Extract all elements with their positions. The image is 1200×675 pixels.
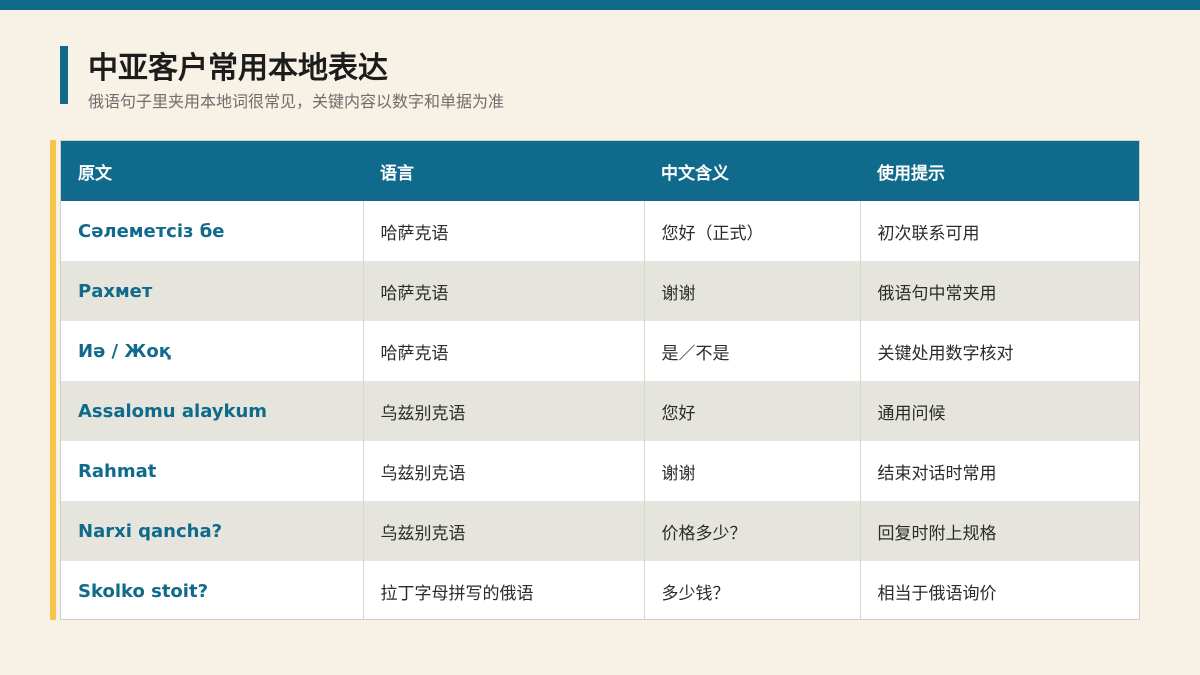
- table-header-row: 原文 语言 中文含义 使用提示: [61, 141, 1139, 201]
- expressions-table-container: 原文 语言 中文含义 使用提示 Сәлеметсіз бе 哈萨克语 您好（正式…: [60, 140, 1140, 620]
- header-meaning: 中文含义: [644, 141, 860, 201]
- table-row: Иә / Жоқ 哈萨克语 是／不是 关键处用数字核对: [61, 321, 1139, 381]
- cell-tip: 通用问候: [860, 381, 1139, 441]
- cell-meaning: 谢谢: [644, 261, 861, 321]
- cell-language: 乌兹别克语: [363, 441, 645, 501]
- cell-original: Narxi qancha?: [61, 501, 364, 561]
- cell-language: 哈萨克语: [363, 261, 645, 321]
- cell-meaning: 您好（正式）: [644, 201, 861, 261]
- top-band: [0, 0, 1200, 10]
- table-row: Rahmat 乌兹别克语 谢谢 结束对话时常用: [61, 441, 1139, 501]
- header-language: 语言: [363, 141, 644, 201]
- cell-original: Rahmat: [61, 441, 364, 501]
- table-row: Assalomu alaykum 乌兹别克语 您好 通用问候: [61, 381, 1139, 441]
- page-subtitle: 俄语句子里夹用本地词很常见，关键内容以数字和单据为准: [88, 92, 505, 111]
- cell-language: 拉丁字母拼写的俄语: [363, 561, 645, 619]
- cell-language: 乌兹别克语: [363, 381, 645, 441]
- page-title: 中亚客户常用本地表达: [88, 51, 388, 86]
- table-row: Рахмет 哈萨克语 谢谢 俄语句中常夹用: [61, 261, 1139, 321]
- cell-tip: 初次联系可用: [860, 201, 1139, 261]
- expressions-table: 原文 语言 中文含义 使用提示 Сәлеметсіз бе 哈萨克语 您好（正式…: [61, 141, 1139, 619]
- cell-meaning: 多少钱？: [644, 561, 861, 619]
- cell-original: Skolko stoit?: [61, 561, 364, 619]
- cell-meaning: 是／不是: [644, 321, 861, 381]
- cell-tip: 结束对话时常用: [860, 441, 1139, 501]
- table-row: Сәлеметсіз бе 哈萨克语 您好（正式） 初次联系可用: [61, 201, 1139, 261]
- table-row: Narxi qancha? 乌兹别克语 价格多少？ 回复时附上规格: [61, 501, 1139, 561]
- cell-tip: 俄语句中常夹用: [860, 261, 1139, 321]
- cell-tip: 关键处用数字核对: [860, 321, 1139, 381]
- cell-tip: 回复时附上规格: [860, 501, 1139, 561]
- cell-language: 哈萨克语: [363, 201, 645, 261]
- cell-original: Рахмет: [61, 261, 364, 321]
- cell-meaning: 您好: [644, 381, 861, 441]
- table-accent-bar: [50, 140, 56, 620]
- title-accent-bar: [60, 46, 68, 104]
- cell-original: Сәлеметсіз бе: [61, 201, 364, 261]
- cell-language: 乌兹别克语: [363, 501, 645, 561]
- cell-tip: 相当于俄语询价: [860, 561, 1139, 619]
- cell-meaning: 谢谢: [644, 441, 861, 501]
- cell-original: Assalomu alaykum: [61, 381, 364, 441]
- cell-language: 哈萨克语: [363, 321, 645, 381]
- header-tip: 使用提示: [860, 141, 1139, 201]
- header-original: 原文: [61, 141, 363, 201]
- cell-original: Иә / Жоқ: [61, 321, 364, 381]
- table-row: Skolko stoit? 拉丁字母拼写的俄语 多少钱？ 相当于俄语询价: [61, 561, 1139, 619]
- cell-meaning: 价格多少？: [644, 501, 861, 561]
